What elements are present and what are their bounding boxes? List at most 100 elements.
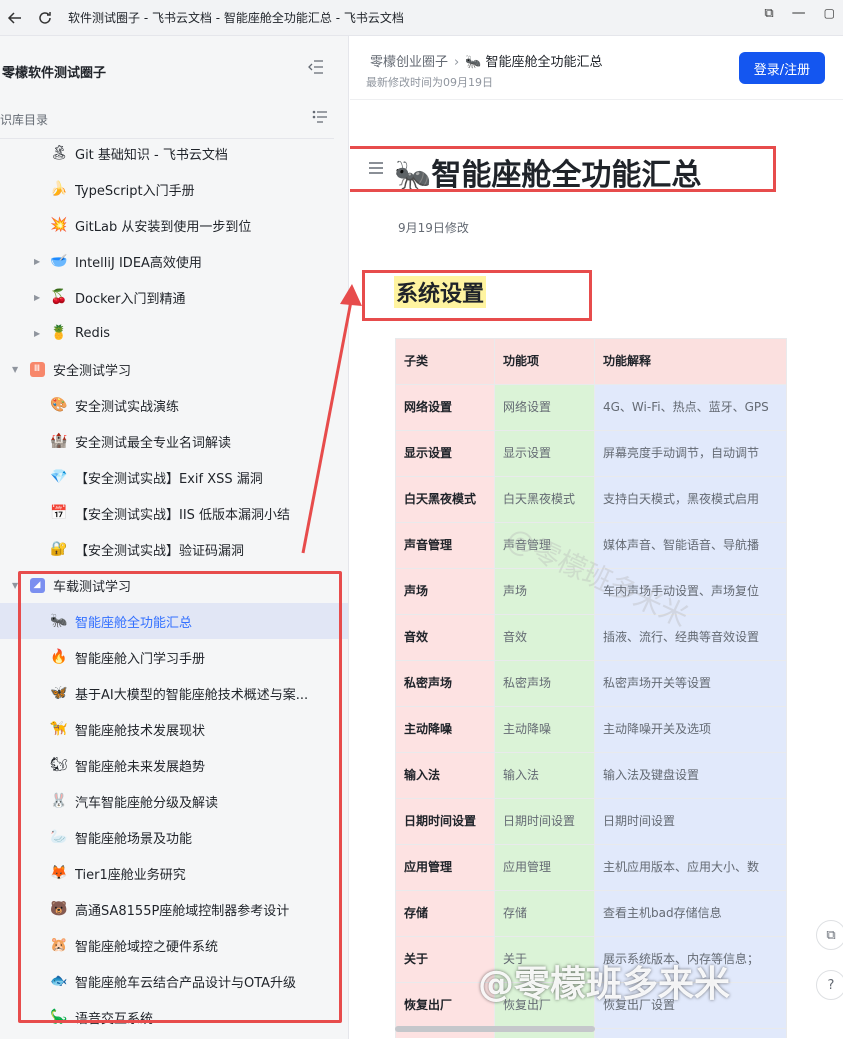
doc-emoji-icon: 🦋	[50, 685, 68, 701]
table-cell: 显示设置	[494, 430, 595, 477]
sidebar-item-label: Redis	[75, 325, 111, 341]
sidebar-item-label: IntelliJ IDEA高效使用	[75, 255, 202, 271]
last-modified: 最新修改时间为09月19日	[366, 76, 493, 89]
doc-emoji-icon: 💎	[50, 469, 68, 485]
maximize-icon[interactable]: ▢	[824, 6, 835, 20]
doc-emoji-icon: 🐰	[50, 793, 68, 809]
sidebar-item[interactable]: 🦢 智能座舱场景及功能	[0, 819, 348, 855]
back-arrow-icon[interactable]	[2, 5, 28, 31]
sidebar: 零檬软件测试圈子 识库目录 🏝 Git 基础知识 - 飞书云文档 🍌 TypeScri…	[0, 36, 349, 1039]
sidebar-item[interactable]: 💥 GitLab 从安装到使用一步到位	[0, 207, 348, 243]
table-cell: 输入法	[395, 752, 495, 799]
sidebar-item[interactable]: 🦕 语音交互系统	[0, 999, 348, 1035]
sidebar-item[interactable]: 🐻 高通SA8155P座舱域控制器参考设计	[0, 891, 348, 927]
table-row: 主动降噪 主动降噪 主动降噪开关及选项	[395, 706, 787, 753]
screen-share-icon[interactable]: ⧉	[764, 6, 773, 21]
sidebar-group[interactable]: ▼ Ⅲ 安全测试学习	[0, 351, 348, 387]
caret-right-icon[interactable]: ▶	[34, 257, 40, 266]
minimize-icon[interactable]: —	[792, 5, 806, 21]
doc-emoji-icon: 🐿	[50, 757, 68, 773]
sidebar-item[interactable]: 🦋 基于AI大模型的智能座舱技术概述与案...	[0, 675, 348, 711]
feature-table-wrapper[interactable]: 子类 功能项 功能解释 网络设置 网络设置 4G、Wi-Fi、热点、蓝牙、GPS 显示…	[395, 338, 787, 1038]
list-settings-icon[interactable]	[312, 110, 328, 128]
sidebar-item-label: Tier1座舱业务研究	[75, 867, 186, 883]
doc-emoji-icon: 📅	[50, 505, 68, 521]
sidebar-item[interactable]: 🔐 【安全测试实战】验证码漏洞	[0, 531, 348, 567]
table-row: 网络设置 网络设置 4G、Wi-Fi、热点、蓝牙、GPS	[395, 384, 787, 431]
sidebar-item-label: 基于AI大模型的智能座舱技术概述与案...	[75, 687, 309, 703]
sidebar-item[interactable]: 🐹 智能座舱域控之硬件系统	[0, 927, 348, 963]
sidebar-item[interactable]: 🐟 智能座舱车云结合产品设计与OTA升级	[0, 963, 348, 999]
doc-emoji-icon: 🔐	[50, 541, 68, 557]
doc-emoji-icon: 🐹	[50, 937, 68, 953]
sidebar-item-label: 【安全测试实战】Exif XSS 漏洞	[75, 471, 263, 487]
doc-emoji-icon: 🐟	[50, 973, 68, 989]
table-cell: 主动降噪	[395, 706, 495, 753]
sidebar-item-label: 语音交互系统	[75, 1011, 154, 1027]
copy-tool-icon[interactable]: ⧉	[816, 920, 843, 950]
sidebar-item[interactable]: 🐜 智能座舱全功能汇总	[0, 603, 348, 639]
group-folder-icon: Ⅲ	[29, 361, 45, 377]
caret-down-icon[interactable]: ▼	[12, 365, 18, 374]
table-cell: 音效	[395, 614, 495, 661]
table-cell: 屏幕亮度手动调节，自动调节	[594, 430, 787, 477]
caret-down-icon[interactable]: ▼	[12, 581, 18, 590]
sidebar-title: 零檬软件测试圈子	[2, 65, 107, 81]
doc-emoji-icon: 🥣	[50, 253, 68, 269]
table-cell: 查看主机bad存储信息	[594, 890, 787, 937]
outline-menu-icon[interactable]	[368, 160, 384, 179]
doc-emoji-icon: 🦮	[50, 721, 68, 737]
sidebar-item[interactable]: ▶ 🍍 Redis	[0, 315, 348, 351]
sidebar-item[interactable]: 🔥 智能座舱入门学习手册	[0, 639, 348, 675]
help-icon[interactable]: ?	[816, 970, 843, 1000]
sidebar-item[interactable]: 🐿 智能座舱未来发展趋势	[0, 747, 348, 783]
table-horizontal-scrollbar[interactable]	[395, 1026, 595, 1032]
doc-emoji-icon: 🦊	[50, 865, 68, 881]
doc-title-row: 🐜智能座舱全功能汇总	[350, 146, 775, 193]
caret-right-icon[interactable]: ▶	[34, 329, 40, 338]
sidebar-item-label: Git 基础知识 - 飞书云文档	[75, 147, 228, 163]
sidebar-group[interactable]: ▼ ◢ 车载测试学习	[0, 567, 348, 603]
login-register-button[interactable]: 登录/注册	[739, 52, 825, 84]
feature-table: 子类 功能项 功能解释 网络设置 网络设置 4G、Wi-Fi、热点、蓝牙、GPS 显示…	[395, 338, 787, 1038]
caret-right-icon[interactable]: ▶	[34, 293, 40, 302]
doc-emoji-icon: 🎨	[50, 397, 68, 413]
sidebar-item[interactable]: 🐰 汽车智能座舱分级及解读	[0, 783, 348, 819]
table-cell: 存储	[494, 890, 595, 937]
sidebar-item[interactable]: 💎 【安全测试实战】Exif XSS 漏洞	[0, 459, 348, 495]
table-cell: 插液、流行、经典等音效设置	[594, 614, 787, 661]
sidebar-item-label: TypeScript入门手册	[75, 183, 195, 199]
sidebar-item-label: 智能座舱全功能汇总	[75, 615, 193, 631]
doc-emoji-icon: 🐜	[50, 613, 68, 629]
refresh-icon[interactable]	[32, 5, 58, 31]
breadcrumb-current[interactable]: 智能座舱全功能汇总	[486, 55, 603, 70]
table-cell: 音效	[494, 614, 595, 661]
sidebar-item[interactable]: 🦮 智能座舱技术发展现状	[0, 711, 348, 747]
sidebar-item[interactable]: 🎨 安全测试实战演练	[0, 387, 348, 423]
sidebar-item[interactable]: 🦊 Tier1座舱业务研究	[0, 855, 348, 891]
collapse-sidebar-icon[interactable]	[308, 60, 324, 78]
sidebar-item-label: 智能座舱场景及功能	[75, 831, 193, 847]
table-cell: 声场	[395, 568, 495, 615]
sidebar-item[interactable]: 📅 【安全测试实战】IIS 低版本漏洞小结	[0, 495, 348, 531]
doc-emoji-icon: 🦕	[50, 1009, 68, 1025]
table-cell: 输入法	[494, 752, 595, 799]
doc-emoji-icon: 🍍	[50, 325, 68, 341]
doc-emoji-icon: 🏰	[50, 433, 68, 449]
table-cell: 存储	[395, 890, 495, 937]
sidebar-item[interactable]: ▶ 🍒 Docker入门到精通	[0, 279, 348, 315]
table-row: 私密声场 私密声场 私密声场开关等设置	[395, 660, 787, 707]
table-cell: 显示设置	[395, 430, 495, 477]
sidebar-item[interactable]: ▶ 🥣 IntelliJ IDEA高效使用	[0, 243, 348, 279]
table-cell: 白天黑夜模式	[494, 476, 595, 523]
sidebar-item-label: 安全测试学习	[53, 363, 132, 379]
table-cell: 主动降噪开关及选项	[594, 706, 787, 753]
sidebar-item[interactable]: 🍌 TypeScript入门手册	[0, 171, 348, 207]
sidebar-item[interactable]: 🏝 Git 基础知识 - 飞书云文档	[0, 135, 348, 171]
window-titlebar: 软件测试圈子 - 飞书云文档 - 智能座舱全功能汇总 - 飞书云文档 ⧉ — ▢	[0, 0, 843, 36]
sidebar-item[interactable]: 🏰 安全测试最全专业名词解读	[0, 423, 348, 459]
breadcrumb-root[interactable]: 零檬创业圈子	[370, 55, 448, 70]
table-row: 显示设置 显示设置 屏幕亮度手动调节，自动调节	[395, 430, 787, 477]
doc-tree: 🏝 Git 基础知识 - 飞书云文档 🍌 TypeScript入门手册 💥 GitLab …	[0, 135, 348, 1035]
sidebar-item-label: 智能座舱入门学习手册	[75, 651, 206, 667]
